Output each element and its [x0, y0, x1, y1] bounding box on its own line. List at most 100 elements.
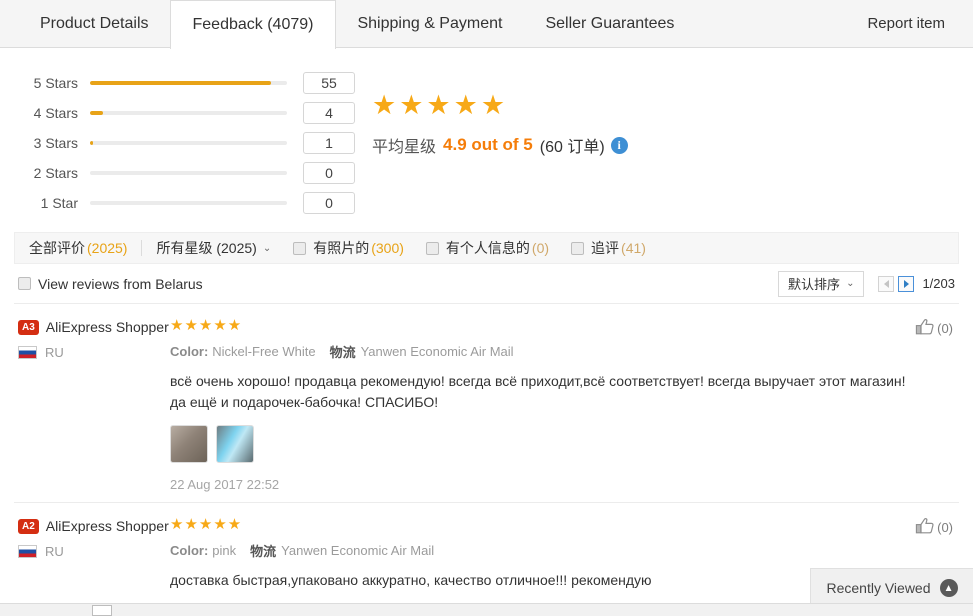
review-item: A3 AliExpress Shopper RU ★★★★★ Color: Ni…: [14, 304, 959, 503]
color-label: Color:: [170, 543, 209, 558]
filter-count: (41): [621, 240, 646, 256]
rating-count: 55: [303, 72, 355, 94]
rating-row-3[interactable]: 3 Stars 1: [18, 128, 360, 158]
filter-bar: 全部评价 (2025) 所有星级 (2025) ⌄ 有照片的 (300) 有个人…: [14, 232, 959, 264]
review-photo-thumbnail[interactable]: [170, 425, 208, 463]
chevron-down-icon: ⌄: [846, 278, 855, 289]
chevron-up-icon[interactable]: ▲: [939, 579, 958, 597]
filter-all-reviews[interactable]: 全部评价 (2025): [29, 238, 127, 258]
review-stars-icon: ★★★★★: [170, 516, 243, 533]
logistics-label: 物流: [329, 345, 356, 360]
review-like-button[interactable]: (0): [915, 517, 953, 537]
average-rating: ★★★★★ 平均星级 4.9 out of 5 (60 订单) i: [360, 64, 628, 218]
review-meta: Color: pink 物流 Yanwen Economic Air Mail: [170, 541, 955, 560]
rating-bar-fill: [90, 111, 104, 115]
review-photo-thumbnail[interactable]: [216, 425, 254, 463]
sort-label: 默认排序: [788, 277, 841, 292]
filter-label: 有个人信息的: [445, 240, 530, 256]
rating-row-4[interactable]: 4 Stars 4: [18, 98, 360, 128]
checkbox-with-photos[interactable]: [293, 241, 307, 255]
review-like-button[interactable]: (0): [915, 318, 953, 338]
recently-viewed-label: Recently Viewed: [826, 580, 931, 596]
report-item-link[interactable]: Report item: [867, 0, 973, 47]
tab-product-details[interactable]: Product Details: [18, 0, 171, 47]
feedback-page: Product Details Feedback (4079) Shipping…: [0, 0, 973, 616]
rating-count: 1: [303, 132, 355, 154]
rating-row-5[interactable]: 5 Stars 55: [18, 68, 360, 98]
review-content: ★★★★★ Color: Nickel-Free White 物流 Yanwen…: [170, 318, 955, 492]
rating-row-1[interactable]: 1 Star 0: [18, 188, 360, 218]
rating-bar-fill: [90, 141, 94, 145]
pagination: 1/203: [878, 275, 955, 292]
scrollbar-thumb[interactable]: [92, 605, 112, 616]
reviewer-country: RU: [18, 544, 170, 559]
average-prefix-label: 平均星级: [372, 139, 437, 156]
average-orders: (60 订单): [539, 139, 605, 156]
tab-seller-guarantees[interactable]: Seller Guarantees: [523, 0, 696, 47]
reviews-controls: 默认排序 ⌄ 1/203: [778, 270, 955, 297]
belarus-label: View reviews from Belarus: [38, 275, 203, 292]
review-photos: [170, 425, 955, 463]
filter-label: 有照片的: [313, 240, 370, 256]
filter-label: 追评: [591, 240, 620, 256]
rating-label: 2 Stars: [33, 165, 78, 181]
tab-label: Feedback (4079): [192, 16, 314, 33]
like-count: (0): [937, 320, 953, 336]
rating-bar-fill: [90, 81, 272, 85]
view-reviews-from-belarus[interactable]: View reviews from Belarus: [18, 276, 203, 292]
rating-label: 4 Stars: [33, 105, 78, 121]
rating-row-2[interactable]: 2 Stars 0: [18, 158, 360, 188]
rating-label: 3 Stars: [33, 135, 78, 151]
report-item-label: Report item: [867, 15, 945, 32]
prev-page-button[interactable]: [878, 275, 895, 292]
page-indicator: 1/203: [922, 276, 955, 291]
rating-label: 1 Star: [40, 195, 78, 211]
reviews-toolbar: View reviews from Belarus 默认排序 ⌄ 1/203: [14, 264, 959, 304]
next-page-button[interactable]: [898, 275, 915, 292]
reviewer-country: RU: [18, 345, 170, 360]
color-value: Nickel-Free White: [212, 344, 316, 359]
filter-count: (0): [531, 240, 550, 256]
reviewer-info: A3 AliExpress Shopper RU: [18, 318, 170, 492]
checkbox-with-personal-info[interactable]: [425, 241, 439, 255]
reviewer-info: A2 AliExpress Shopper RU: [18, 517, 170, 616]
tab-label: Product Details: [40, 14, 149, 32]
tab-bar: Product Details Feedback (4079) Shipping…: [0, 0, 973, 49]
rating-bar-track: [90, 201, 287, 205]
filter-all-stars-dropdown[interactable]: 所有星级 (2025) ⌄: [156, 238, 271, 258]
reviewer-name: AliExpress Shopper: [45, 319, 169, 335]
rating-bar-track: [90, 141, 287, 145]
filter-count: (2025): [87, 240, 128, 256]
checkbox-additional-reviews[interactable]: [571, 241, 585, 255]
average-value: 4.9 out of 5: [443, 135, 533, 154]
horizontal-scrollbar[interactable]: [0, 603, 973, 616]
thumbs-up-icon: [915, 517, 935, 537]
recently-viewed-panel[interactable]: Recently Viewed ▲: [810, 568, 973, 608]
tab-shipping-payment[interactable]: Shipping & Payment: [335, 0, 524, 47]
tab-label: Seller Guarantees: [545, 14, 675, 32]
country-code: RU: [45, 345, 64, 360]
checkbox-belarus-reviews[interactable]: [18, 277, 31, 290]
like-count: (0): [937, 519, 953, 535]
reviewer-level-badge: A2: [18, 519, 39, 534]
logistics-value: Yanwen Economic Air Mail: [360, 344, 514, 359]
info-icon[interactable]: i: [610, 136, 628, 154]
rating-count: 0: [303, 162, 355, 184]
filter-additional-reviews[interactable]: 追评 (41): [571, 238, 646, 258]
rating-bar-track: [90, 171, 287, 175]
review-date: 22 Aug 2017 22:52: [170, 477, 280, 492]
review-text: доставка быстрая,упаковано аккуратно, ка…: [170, 572, 652, 588]
rating-bar-track: [90, 81, 287, 85]
filter-with-photos[interactable]: 有照片的 (300): [293, 238, 404, 258]
average-stars-icon: ★★★★★: [372, 90, 509, 120]
rating-count: 0: [303, 192, 355, 214]
rating-breakdown: 5 Stars 55 4 Stars 4 3 Stars 1 2 Stars 0…: [0, 64, 360, 218]
sort-dropdown[interactable]: 默认排序 ⌄: [778, 270, 865, 297]
rating-label: 5 Stars: [33, 75, 78, 91]
reviewer-name: AliExpress Shopper: [45, 518, 169, 534]
filter-with-personal-info[interactable]: 有个人信息的 (0): [425, 238, 550, 258]
review-stars-icon: ★★★★★: [170, 317, 243, 334]
chevron-right-icon: [903, 279, 909, 288]
filter-label: 所有星级 (2025): [156, 240, 257, 256]
tab-feedback[interactable]: Feedback (4079): [169, 0, 337, 49]
